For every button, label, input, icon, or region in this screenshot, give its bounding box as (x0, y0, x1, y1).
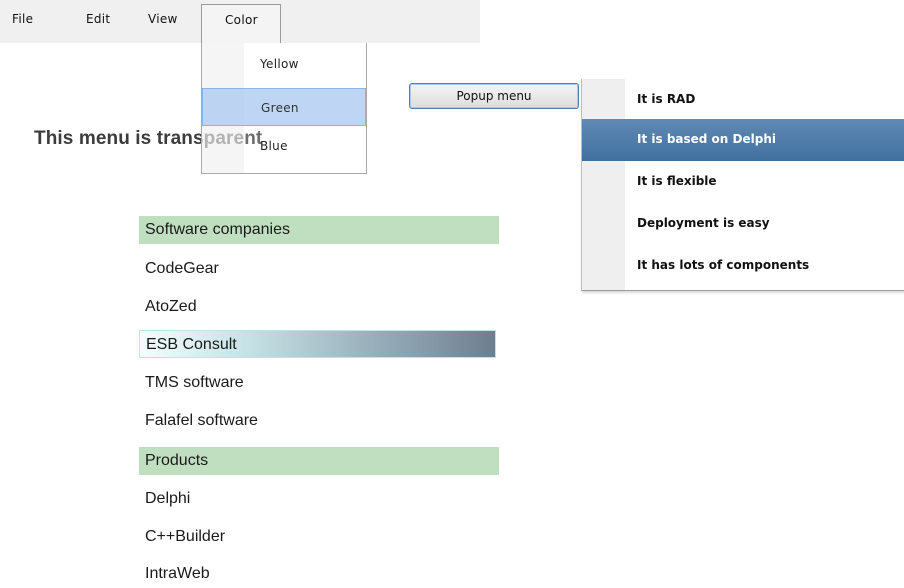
list-item-esb-consult[interactable]: ESB Consult (139, 330, 496, 358)
popup-menu-button[interactable]: Popup menu (409, 83, 579, 109)
list-group-header-products: Products (139, 447, 499, 475)
popup-item-delphi[interactable]: It is based on Delphi (582, 119, 904, 161)
list-group-header-software-companies: Software companies (139, 216, 499, 244)
list-item-delphi[interactable]: Delphi (139, 485, 499, 513)
menu-color[interactable]: Color (201, 4, 281, 43)
popup-item-components[interactable]: It has lots of components (582, 245, 904, 287)
list-item-cppbuilder[interactable]: C++Builder (139, 523, 499, 551)
list-item-intraweb[interactable]: IntraWeb (139, 560, 499, 588)
list-item-falafel-software[interactable]: Falafel software (139, 407, 499, 435)
list-item-codegear[interactable]: CodeGear (139, 255, 499, 283)
list-item-tms-software[interactable]: TMS software (139, 369, 499, 397)
menu-bar: File Edit View Color (0, 0, 480, 43)
menu-file[interactable]: File (12, 12, 33, 26)
menu-edit[interactable]: Edit (86, 12, 110, 26)
popup-item-rad[interactable]: It is RAD (582, 79, 904, 121)
popup-item-deployment[interactable]: Deployment is easy (582, 203, 904, 245)
menu-view[interactable]: View (148, 12, 178, 26)
color-dropdown-menu: Yellow Green Blue (201, 43, 367, 174)
color-menu-item-blue[interactable]: Blue (202, 127, 366, 165)
color-menu-item-green[interactable]: Green (202, 88, 366, 126)
popup-item-flexible[interactable]: It is flexible (582, 161, 904, 203)
popup-menu: It is RAD It is based on Delphi It is fl… (581, 79, 904, 291)
list-item-atozed[interactable]: AtoZed (139, 293, 499, 321)
color-menu-item-yellow[interactable]: Yellow (202, 45, 366, 83)
